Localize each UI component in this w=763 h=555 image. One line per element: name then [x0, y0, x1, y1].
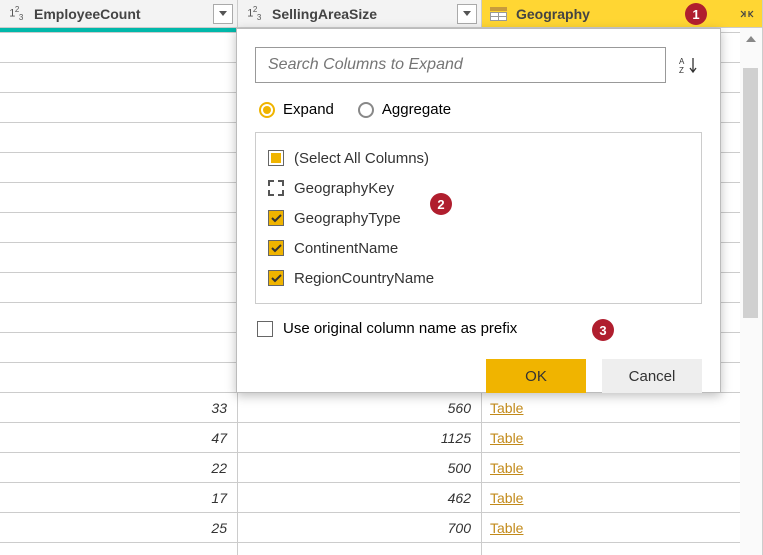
checkbox-regioncountryname[interactable]: RegionCountryName	[268, 263, 689, 293]
column-body: 33 47 22 17 25	[0, 33, 237, 543]
cell-link[interactable]: Table	[482, 513, 762, 543]
checkbox-label: Use original column name as prefix	[283, 320, 517, 337]
cell[interactable]	[0, 243, 237, 273]
cell[interactable]: 560	[238, 393, 481, 423]
cell[interactable]: 25	[0, 513, 237, 543]
checkbox-continentname[interactable]: ContinentName	[268, 233, 689, 263]
filter-dropdown[interactable]	[457, 4, 477, 24]
cell-link[interactable]: Table	[482, 423, 762, 453]
column-header-employeecount[interactable]: 123 EmployeeCount	[0, 0, 237, 28]
cell[interactable]	[0, 33, 237, 63]
vertical-scrollbar[interactable]	[740, 28, 762, 555]
cell[interactable]	[0, 303, 237, 333]
checkbox-label: GeographyType	[294, 210, 401, 227]
cell-link[interactable]: Table	[482, 483, 762, 513]
checkbox-label: ContinentName	[294, 240, 398, 257]
cell[interactable]: 500	[238, 453, 481, 483]
cell[interactable]: 22	[0, 453, 237, 483]
number-type-icon: 123	[242, 4, 266, 24]
checkbox-label: RegionCountryName	[294, 270, 434, 287]
cancel-button[interactable]: Cancel	[602, 359, 702, 393]
svg-text:A: A	[679, 57, 685, 66]
cell[interactable]	[0, 123, 237, 153]
cell[interactable]	[0, 93, 237, 123]
checkbox-label: (Select All Columns)	[294, 150, 429, 167]
cell-link[interactable]: Table	[482, 393, 762, 423]
cell[interactable]	[0, 153, 237, 183]
cell[interactable]: 33	[0, 393, 237, 423]
ok-button[interactable]: OK	[486, 359, 586, 393]
scroll-up-icon[interactable]	[740, 28, 762, 50]
column-header-sellingareasize[interactable]: 123 SellingAreaSize	[238, 0, 481, 28]
cell[interactable]	[0, 63, 237, 93]
cell[interactable]	[0, 183, 237, 213]
column-header-geography[interactable]: Geography	[482, 0, 762, 28]
sort-az-icon[interactable]: AZ	[676, 52, 702, 78]
number-type-icon: 123	[4, 4, 28, 24]
svg-text:Z: Z	[679, 66, 684, 74]
columns-list: (Select All Columns) GeographyKey Geogra…	[255, 132, 702, 304]
expand-column-icon[interactable]	[736, 2, 758, 26]
header-label: SellingAreaSize	[272, 6, 457, 22]
checkbox-use-prefix[interactable]: Use original column name as prefix	[257, 320, 702, 337]
cell[interactable]: 47	[0, 423, 237, 453]
radio-label: Aggregate	[382, 101, 451, 118]
table-type-icon	[486, 4, 510, 24]
cell[interactable]: 700	[238, 513, 481, 543]
header-label: EmployeeCount	[34, 6, 213, 22]
checkbox-label: GeographyKey	[294, 180, 394, 197]
radio-aggregate[interactable]: Aggregate	[358, 101, 451, 118]
cell[interactable]: 1125	[238, 423, 481, 453]
cell[interactable]: 462	[238, 483, 481, 513]
checkbox-select-all[interactable]: (Select All Columns)	[268, 143, 689, 173]
search-input[interactable]	[255, 47, 666, 83]
cell[interactable]	[0, 333, 237, 363]
column-employeecount: 123 EmployeeCount 33 47 22 17 25	[0, 0, 238, 555]
cell[interactable]	[0, 213, 237, 243]
cell[interactable]: 17	[0, 483, 237, 513]
filter-dropdown[interactable]	[213, 4, 233, 24]
callout-2: 2	[430, 193, 452, 215]
radio-label: Expand	[283, 101, 334, 118]
cell-link[interactable]: Table	[482, 453, 762, 483]
radio-expand[interactable]: Expand	[259, 101, 334, 118]
checkbox-geographytype[interactable]: GeographyType	[268, 203, 689, 233]
expand-popup: AZ Expand Aggregate (Select All Columns)…	[236, 28, 721, 393]
checkbox-geographykey[interactable]: GeographyKey	[268, 173, 689, 203]
cell[interactable]	[0, 363, 237, 393]
callout-3: 3	[592, 319, 614, 341]
scroll-thumb[interactable]	[743, 68, 758, 318]
cell[interactable]	[0, 273, 237, 303]
callout-1: 1	[685, 3, 707, 25]
